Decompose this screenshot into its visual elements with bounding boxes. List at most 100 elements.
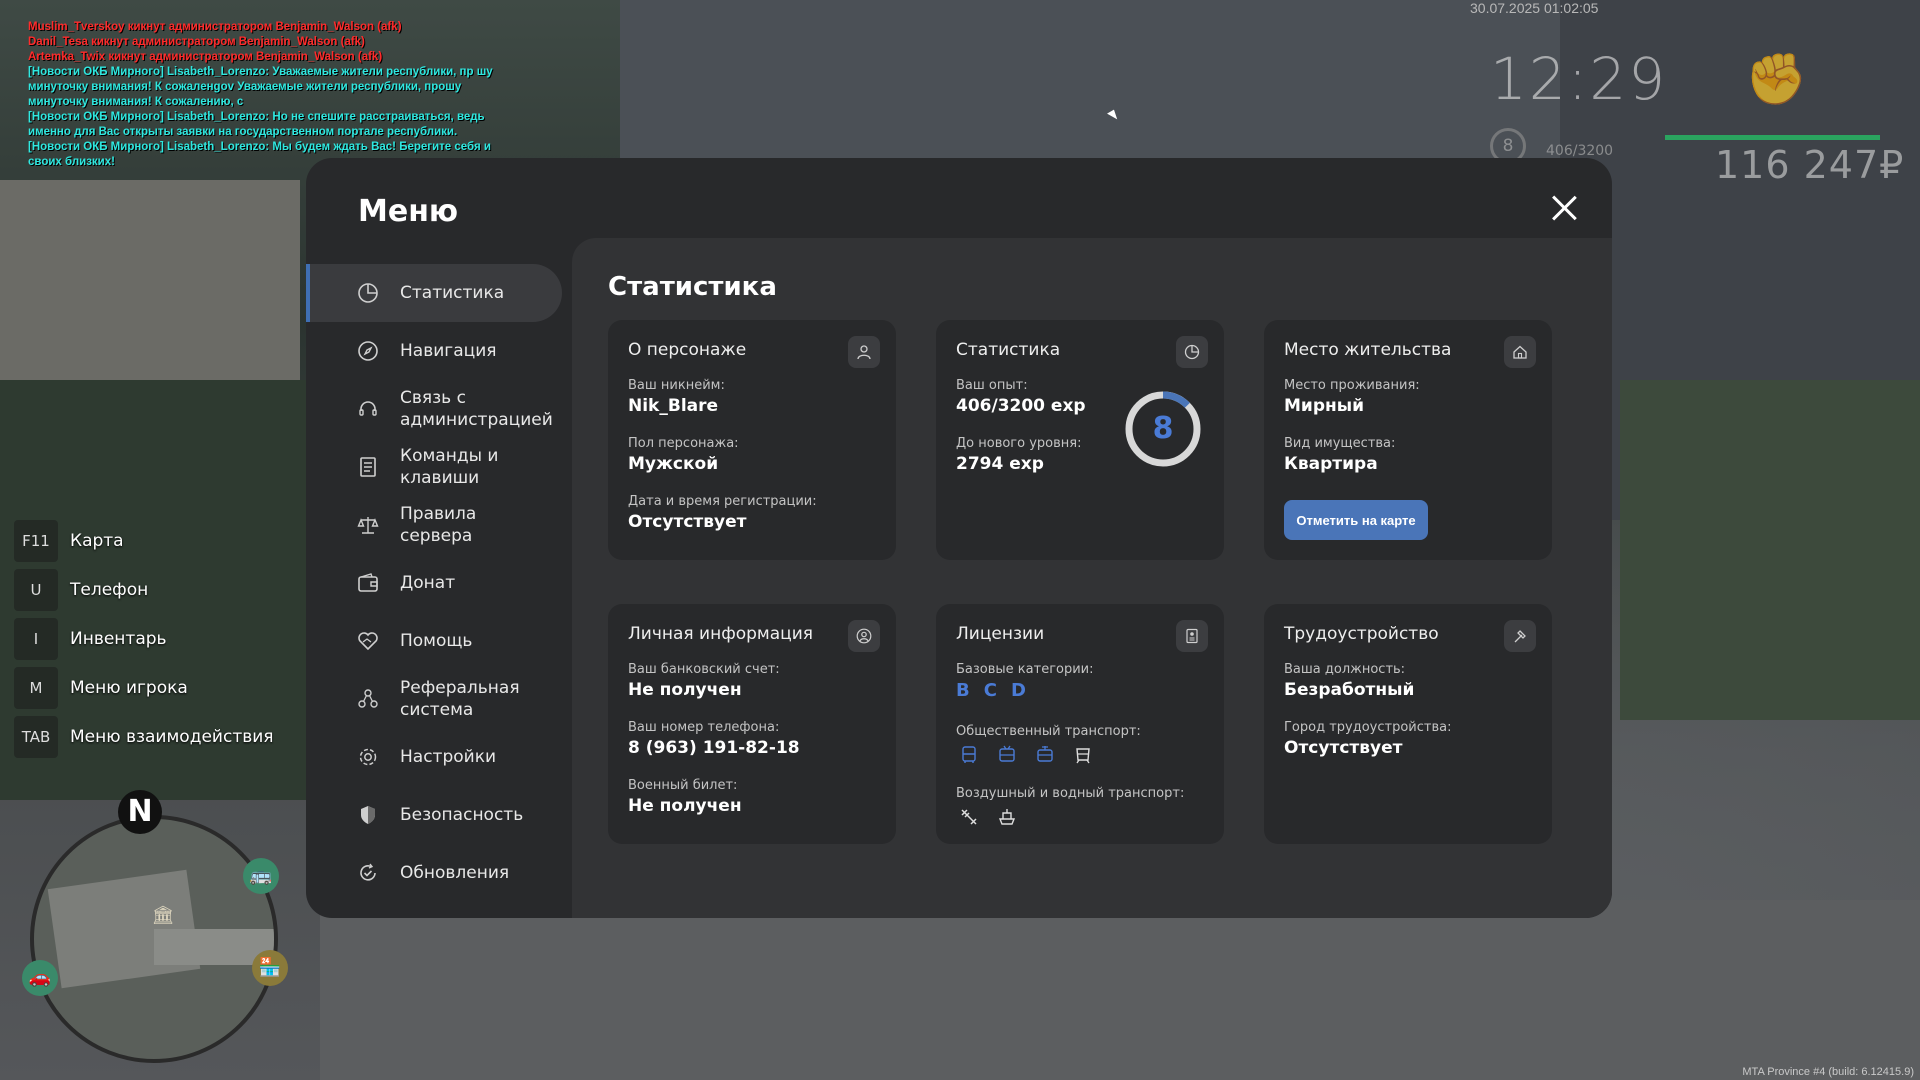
character-card: О персонаже Ваш никнейм: Nik_Blare Пол п… — [608, 320, 896, 560]
user-icon — [848, 336, 880, 368]
licenses-card: Лицензии Базовые категории: B C D Общест… — [936, 604, 1224, 844]
field-label: Ваш банковский счет: — [628, 662, 780, 677]
key-badge: F11 — [14, 520, 58, 562]
sidebar-item-security[interactable]: Безопасность — [306, 786, 562, 844]
field-label: Базовые категории: — [956, 662, 1094, 677]
minimap — [30, 815, 278, 1063]
menu-sidebar: Статистика Навигация Связь с администрац… — [306, 264, 562, 902]
player-menu-window: Меню Статистика Навигация Связь с админи… — [306, 158, 1612, 918]
fist-icon: ✊ — [1745, 50, 1808, 108]
pie-chart-icon — [356, 281, 380, 305]
document-icon — [356, 455, 380, 479]
bus-icon — [956, 742, 982, 768]
wallet-icon — [356, 571, 380, 595]
hotkey-label: Телефон — [70, 580, 149, 600]
personal-info-card: Личная информация Ваш банковский счет: Н… — [608, 604, 896, 844]
chat-log: Muslim_Tverskoy кикнут администратором B… — [28, 20, 508, 170]
boat-icon — [994, 804, 1020, 830]
sidebar-item-admin-contact[interactable]: Связь с администрацией — [306, 380, 562, 438]
stats-card: Статистика Ваш опыт: 406/3200 exp До нов… — [936, 320, 1224, 560]
sidebar-item-donate[interactable]: Донат — [306, 554, 562, 612]
military-id-value: Не получен — [628, 796, 742, 816]
hotkey-map[interactable]: F11 Карта — [14, 520, 274, 562]
sidebar-item-label: Связь с администрацией — [400, 388, 553, 430]
health-bar — [1665, 135, 1880, 140]
background-building — [0, 180, 300, 380]
next-level-value: 2794 exp — [956, 454, 1044, 474]
shop-icon: 🏪 — [252, 950, 288, 986]
plane-icon — [956, 804, 982, 830]
background-road — [320, 900, 1920, 1080]
employment-card: Трудоустройство Ваша должность: Безработ… — [1264, 604, 1552, 844]
job-city-value: Отсутствует — [1284, 738, 1403, 758]
sidebar-item-label: Безопасность — [400, 805, 524, 825]
bank-account-value: Не получен — [628, 680, 742, 700]
phone-value: 8 (963) 191-82-18 — [628, 738, 800, 758]
hotkey-label: Меню взаимодействия — [70, 727, 274, 747]
residence-card: Место жительства Место проживания: Мирны… — [1264, 320, 1552, 560]
sidebar-item-label: Команды и клавиши — [400, 446, 499, 488]
field-label: Ваш опыт: — [956, 378, 1028, 393]
level-value: 8 — [1152, 411, 1174, 446]
hud-date: 30.07.2025 01:02:05 — [1470, 0, 1599, 16]
hotkey-player-menu[interactable]: M Меню игрока — [14, 667, 274, 709]
property-type-value: Квартира — [1284, 454, 1378, 474]
field-label: Вид имущества: — [1284, 436, 1396, 451]
sidebar-item-referral[interactable]: Реферальная система — [306, 670, 562, 728]
field-label: Пол персонажа: — [628, 436, 739, 451]
hammer-icon — [1504, 620, 1536, 652]
hotkey-interaction-menu[interactable]: TAB Меню взаимодействия — [14, 716, 274, 758]
chat-line: Artemka_Twix кикнут администратором Benj… — [28, 51, 383, 63]
field-label: Ваша должность: — [1284, 662, 1406, 677]
field-label: Военный билет: — [628, 778, 738, 793]
hud-exp: 406/3200 — [1546, 143, 1614, 159]
car-icon: 🚗 — [22, 960, 58, 996]
sidebar-item-updates[interactable]: Обновления — [306, 844, 562, 902]
scales-icon — [356, 513, 380, 537]
gender-value: Мужской — [628, 454, 719, 474]
sidebar-item-commands[interactable]: Команды и клавиши — [306, 438, 562, 496]
statistics-panel: Статистика О персонаже Ваш никнейм: Nik_… — [572, 238, 1612, 918]
sidebar-item-label: Статистика — [400, 283, 505, 303]
mark-on-map-button[interactable]: Отметить на карте — [1284, 500, 1428, 540]
field-label: Воздушный и водный транспорт: — [956, 786, 1185, 801]
card-title: Место жительства — [1284, 340, 1452, 360]
card-title: Личная информация — [628, 624, 814, 644]
chat-line: Danil_Tesa кикнут администратором Benjam… — [28, 36, 365, 48]
license-category: D — [1010, 680, 1026, 701]
pie-chart-icon — [1176, 336, 1208, 368]
hud-clock: 12:29 — [1490, 45, 1668, 113]
menu-title: Меню — [358, 194, 459, 229]
exp-value: 406/3200 exp — [956, 396, 1086, 416]
sidebar-item-help[interactable]: Помощь — [306, 612, 562, 670]
hotkey-label: Инвентарь — [70, 629, 167, 649]
user-circle-icon — [848, 620, 880, 652]
card-title: Трудоустройство — [1284, 624, 1439, 644]
field-label: Ваш никнейм: — [628, 378, 725, 393]
card-title: Статистика — [956, 340, 1061, 360]
sidebar-item-settings[interactable]: Настройки — [306, 728, 562, 786]
sidebar-item-label: Настройки — [400, 747, 497, 767]
hotkey-phone[interactable]: U Телефон — [14, 569, 274, 611]
compass-icon — [356, 339, 380, 363]
hotkey-inventory[interactable]: I Инвентарь — [14, 618, 274, 660]
nickname-value: Nik_Blare — [628, 396, 719, 416]
sidebar-item-label: Помощь — [400, 631, 473, 651]
headset-icon — [356, 397, 380, 421]
chat-line: [Новости ОКБ Мирного] Lisabeth_Lorenzo: … — [28, 111, 485, 138]
hotkey-label: Меню игрока — [70, 678, 188, 698]
card-title: О персонаже — [628, 340, 747, 360]
key-badge: U — [14, 569, 58, 611]
license-category: B — [956, 680, 970, 701]
sidebar-item-rules[interactable]: Правила сервера — [306, 496, 562, 554]
sidebar-item-label: Донат — [400, 573, 456, 593]
field-label: Место проживания: — [1284, 378, 1420, 393]
trolleybus-icon — [994, 742, 1020, 768]
sidebar-item-statistics[interactable]: Статистика — [306, 264, 562, 322]
residence-value: Мирный — [1284, 396, 1365, 416]
background-grass — [1620, 380, 1920, 720]
sidebar-item-navigation[interactable]: Навигация — [306, 322, 562, 380]
close-icon[interactable] — [1546, 190, 1582, 226]
air-water-transport-icons — [956, 804, 1020, 830]
field-label: Город трудоустройства: — [1284, 720, 1452, 735]
